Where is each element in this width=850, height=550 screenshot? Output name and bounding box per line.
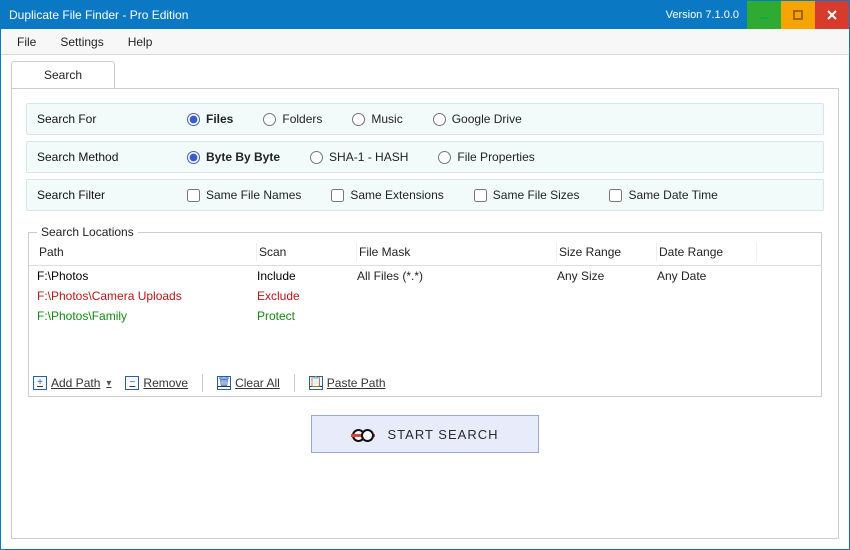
menubar: File Settings Help [1, 29, 849, 55]
app-window: Duplicate File Finder - Pro Edition Vers… [0, 0, 850, 550]
window-controls [747, 1, 849, 29]
radio-byte-by-byte[interactable]: Byte By Byte [187, 150, 280, 164]
version-label: Version 7.1.0.0 [666, 9, 739, 21]
plus-icon: + [33, 376, 47, 390]
radio-sha1[interactable]: SHA-1 - HASH [310, 150, 408, 164]
clipboard-icon: 📋 [309, 376, 323, 390]
cell-date [657, 289, 757, 303]
trash-icon: 🗑 [217, 376, 231, 390]
check-same-names[interactable]: Same File Names [187, 188, 301, 202]
search-filter-label: Search Filter [37, 188, 187, 202]
maximize-button[interactable] [781, 1, 815, 29]
cell-path: F:\Photos\Camera Uploads [37, 289, 257, 303]
menu-settings[interactable]: Settings [50, 33, 113, 51]
radio-file-properties[interactable]: File Properties [438, 150, 534, 164]
radio-music[interactable]: Music [352, 112, 402, 126]
search-filter-options: Same File Names Same Extensions Same Fil… [187, 188, 718, 202]
radio-google-drive[interactable]: Google Drive [433, 112, 522, 126]
tab-panel-search: Search For Files Folders Music Google Dr… [11, 88, 839, 539]
col-path[interactable]: Path [37, 243, 257, 261]
start-search-button[interactable]: START SEARCH [311, 415, 540, 453]
table-row[interactable]: F:\Photos\Camera UploadsExclude [29, 286, 821, 306]
search-filter-row: Search Filter Same File Names Same Exten… [26, 179, 824, 211]
add-path-button[interactable]: + Add Path ▾ [33, 376, 111, 390]
table-row[interactable]: F:\PhotosIncludeAll Files (*.*)Any SizeA… [29, 266, 821, 286]
cell-size [557, 309, 657, 323]
search-for-label: Search For [37, 112, 187, 126]
radio-folders[interactable]: Folders [263, 112, 322, 126]
start-search-wrap: START SEARCH [26, 397, 824, 459]
locations-body: F:\PhotosIncludeAll Files (*.*)Any SizeA… [29, 266, 821, 366]
separator [202, 374, 203, 392]
cell-mask: All Files (*.*) [357, 269, 557, 283]
menu-file[interactable]: File [7, 33, 46, 51]
radio-files[interactable]: Files [187, 112, 233, 126]
close-button[interactable] [815, 1, 849, 29]
col-spacer [757, 243, 813, 261]
menu-help[interactable]: Help [118, 33, 163, 51]
col-scan[interactable]: Scan [257, 243, 357, 261]
cell-scan: Protect [257, 309, 357, 323]
col-mask[interactable]: File Mask [357, 243, 557, 261]
locations-toolbar: + Add Path ▾ − Remove 🗑 Clear All [29, 366, 821, 396]
locations-header: Path Scan File Mask Size Range Date Rang… [29, 239, 821, 266]
tab-strip: Search [11, 61, 839, 88]
minimize-button[interactable] [747, 1, 781, 29]
separator [294, 374, 295, 392]
paste-path-button[interactable]: 📋 Paste Path [309, 376, 386, 390]
check-same-sizes[interactable]: Same File Sizes [474, 188, 580, 202]
search-locations-legend: Search Locations [37, 225, 138, 239]
content-area: Search Search For Files Folders Music Go… [1, 55, 849, 549]
cell-date [657, 309, 757, 323]
cell-scan: Exclude [257, 289, 357, 303]
search-method-row: Search Method Byte By Byte SHA-1 - HASH … [26, 141, 824, 173]
cell-mask [357, 289, 557, 303]
minus-icon: − [125, 376, 139, 390]
check-same-extensions[interactable]: Same Extensions [331, 188, 443, 202]
window-title: Duplicate File Finder - Pro Edition [9, 8, 666, 22]
search-method-label: Search Method [37, 150, 187, 164]
titlebar: Duplicate File Finder - Pro Edition Vers… [1, 1, 849, 29]
search-for-row: Search For Files Folders Music Google Dr… [26, 103, 824, 135]
table-row[interactable]: F:\Photos\FamilyProtect [29, 306, 821, 326]
tab-search[interactable]: Search [11, 61, 115, 88]
remove-button[interactable]: − Remove [125, 376, 188, 390]
cell-mask [357, 309, 557, 323]
search-method-options: Byte By Byte SHA-1 - HASH File Propertie… [187, 150, 535, 164]
cell-path: F:\Photos [37, 269, 257, 283]
search-locations-group: Search Locations Path Scan File Mask Siz… [28, 225, 822, 397]
cell-path: F:\Photos\Family [37, 309, 257, 323]
binoculars-icon [352, 426, 374, 442]
col-size[interactable]: Size Range [557, 243, 657, 261]
clear-all-button[interactable]: 🗑 Clear All [217, 376, 280, 390]
search-for-options: Files Folders Music Google Drive [187, 112, 522, 126]
col-date[interactable]: Date Range [657, 243, 757, 261]
dropdown-icon: ▾ [106, 378, 111, 389]
cell-scan: Include [257, 269, 357, 283]
cell-date: Any Date [657, 269, 757, 283]
cell-size [557, 289, 657, 303]
check-same-date[interactable]: Same Date Time [609, 188, 717, 202]
cell-size: Any Size [557, 269, 657, 283]
